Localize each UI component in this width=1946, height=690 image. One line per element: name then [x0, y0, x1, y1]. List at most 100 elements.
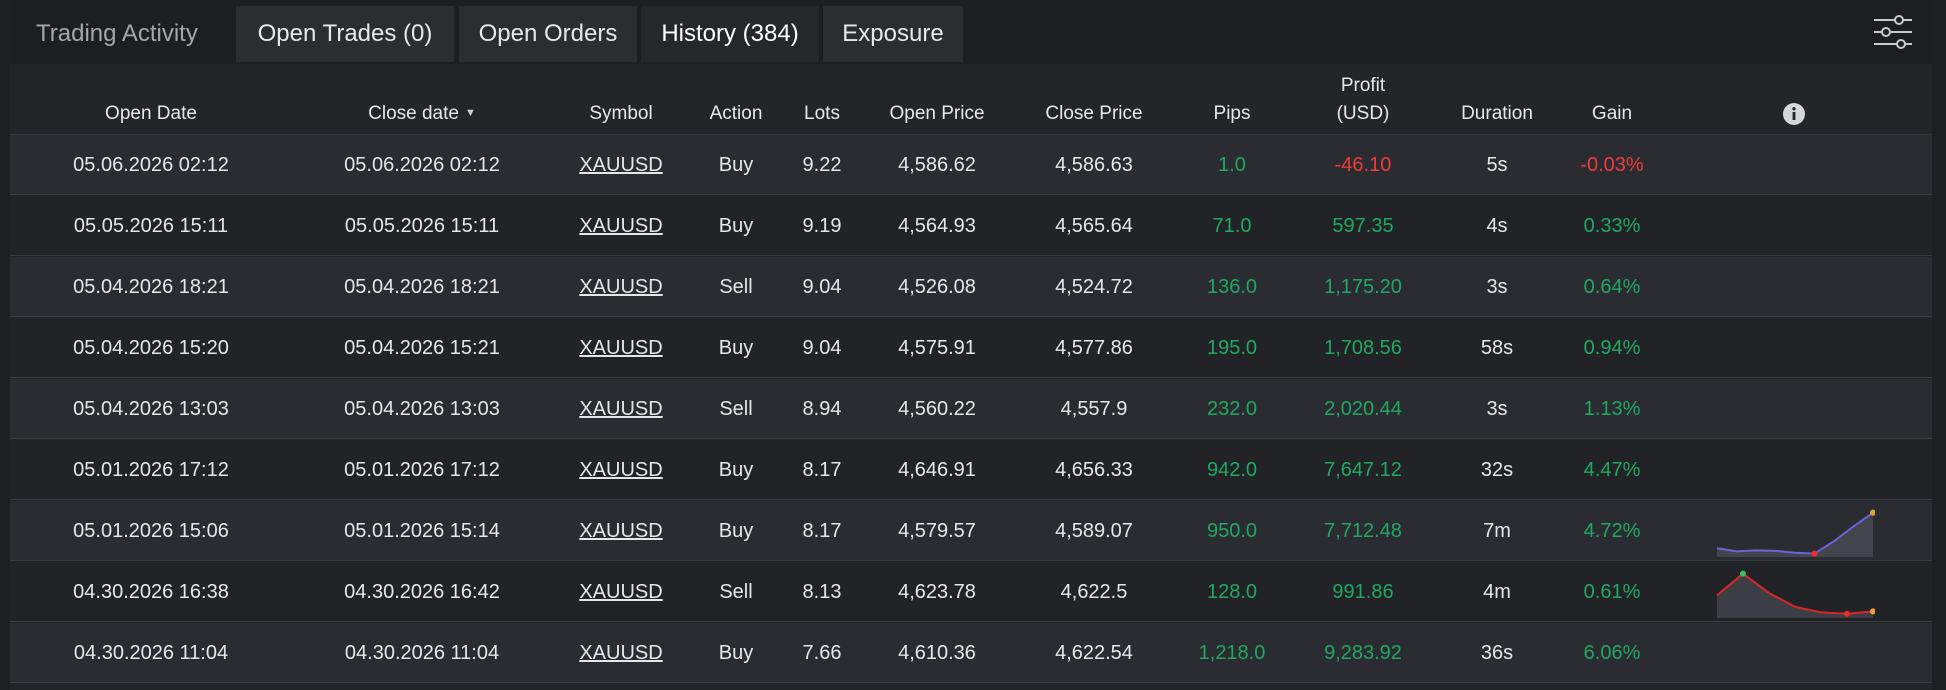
cell-pips: 950.0 [1206, 520, 1258, 542]
cell-gain: 0.61% [1583, 581, 1641, 603]
cell-action: Sell [719, 398, 753, 420]
cell-pips: 128.0 [1206, 581, 1258, 603]
cell-lots: 9.22 [802, 154, 842, 176]
cell-action: Buy [718, 459, 754, 481]
table-header: Open Date Close date ▼ Symbol Action Lots… [10, 64, 1932, 135]
tab-history[interactable]: History (384) [641, 6, 819, 62]
cell-close-price: 4,589.07 [1055, 520, 1133, 542]
col-close-date[interactable]: Close date ▼ [368, 99, 476, 128]
cell-symbol[interactable]: XAUUSD [579, 623, 662, 683]
table-row[interactable]: 05.01.2026 15:06 05.01.2026 15:14 XAUUSD Bu… [10, 501, 1932, 561]
cell-duration: 3s [1486, 398, 1508, 420]
cell-close-price: 4,565.64 [1055, 215, 1133, 237]
cell-duration: 58s [1480, 337, 1514, 359]
cell-lots: 8.17 [802, 520, 842, 542]
table-row[interactable]: 04.30.2026 11:04 04.30.2026 11:04 XAUUSD Bu… [10, 623, 1932, 683]
cell-pips: 1,218.0 [1198, 642, 1266, 664]
col-lots[interactable]: Lots [804, 100, 840, 128]
sparkline-down [1716, 570, 1875, 618]
cell-lots: 7.66 [802, 642, 842, 664]
cell-symbol[interactable]: XAUUSD [579, 562, 662, 622]
cell-open-price: 4,623.78 [898, 581, 976, 603]
tab-open-orders[interactable]: Open Orders [459, 6, 637, 62]
info-icon[interactable] [1783, 103, 1805, 125]
col-close-date-label: Close date [368, 103, 459, 124]
cell-close-price: 4,622.5 [1060, 581, 1128, 603]
sparkline-area [1717, 573, 1873, 618]
table-row[interactable]: 04.30.2026 16:38 04.30.2026 16:42 XAUUSD Se… [10, 562, 1932, 622]
cell-open-date: 05.06.2026 02:12 [73, 154, 229, 176]
col-open-price[interactable]: Open Price [889, 100, 984, 128]
cell-close-date: 05.01.2026 17:12 [344, 459, 500, 481]
sparkline-up [1716, 509, 1875, 557]
cell-close-price: 4,656.33 [1055, 459, 1133, 481]
col-profit-line2: (USD) [1336, 103, 1390, 124]
cell-symbol[interactable]: XAUUSD [579, 196, 662, 256]
cell-action: Buy [718, 337, 754, 359]
cell-profit: 7,647.12 [1324, 459, 1402, 481]
col-pips[interactable]: Pips [1214, 100, 1251, 128]
cell-duration: 3s [1486, 276, 1508, 298]
cell-symbol[interactable]: XAUUSD [579, 379, 662, 439]
cell-gain: 0.64% [1583, 276, 1641, 298]
cell-close-date: 05.04.2026 15:21 [344, 337, 500, 359]
cell-profit: 7,712.48 [1324, 520, 1402, 542]
col-profit-line1: Profit [1340, 75, 1386, 96]
cell-open-date: 05.04.2026 15:20 [73, 337, 229, 359]
cell-open-price: 4,564.93 [898, 215, 976, 237]
cell-profit: 1,175.20 [1324, 276, 1402, 298]
cell-close-date: 05.05.2026 15:11 [344, 215, 500, 237]
cell-close-date: 05.06.2026 02:12 [344, 154, 500, 176]
cell-duration: 4m [1483, 581, 1511, 603]
cell-profit: -46.10 [1334, 154, 1392, 176]
cell-close-date: 05.01.2026 15:14 [344, 520, 500, 542]
cell-gain: -0.03% [1580, 154, 1644, 176]
cell-open-price: 4,526.08 [898, 276, 976, 298]
cell-open-price: 4,560.22 [898, 398, 976, 420]
cell-profit: 1,708.56 [1324, 337, 1402, 359]
table-row[interactable]: 05.04.2026 13:03 05.04.2026 13:03 XAUUSD Se… [10, 379, 1932, 439]
cell-symbol[interactable]: XAUUSD [579, 135, 662, 195]
table-row[interactable]: 05.04.2026 18:21 05.04.2026 18:21 XAUUSD Se… [10, 257, 1932, 317]
table-row[interactable]: 05.04.2026 15:20 05.04.2026 15:21 XAUUSD Bu… [10, 318, 1932, 378]
col-duration[interactable]: Duration [1461, 100, 1533, 128]
cell-lots: 8.13 [802, 581, 842, 603]
cell-duration: 4s [1486, 215, 1508, 237]
col-symbol[interactable]: Symbol [589, 100, 652, 128]
sparkline-low-dot [1844, 610, 1850, 617]
table-row[interactable]: 05.05.2026 15:11 05.05.2026 15:11 XAUUSD Bu… [10, 196, 1932, 256]
cell-profit: 597.35 [1332, 215, 1394, 237]
table-row[interactable]: 05.01.2026 17:12 05.01.2026 17:12 XAUUSD Bu… [10, 440, 1932, 500]
cell-pips: 136.0 [1206, 276, 1258, 298]
cell-lots: 9.19 [802, 215, 842, 237]
cell-open-date: 04.30.2026 16:38 [73, 581, 229, 603]
cell-profit: 9,283.92 [1324, 642, 1402, 664]
trading-activity-panel: Trading Activity Open Trades (0) Open Or… [10, 0, 1932, 690]
col-profit[interactable]: Profit (USD) [1337, 72, 1390, 128]
filter-settings-icon[interactable] [1872, 12, 1914, 52]
col-action[interactable]: Action [710, 100, 763, 128]
tab-open-trades[interactable]: Open Trades (0) [236, 6, 454, 62]
cell-action: Buy [718, 520, 754, 542]
cell-pips: 195.0 [1206, 337, 1258, 359]
cell-pips: 1.0 [1218, 154, 1246, 176]
cell-duration: 32s [1480, 459, 1514, 481]
cell-duration: 36s [1480, 642, 1514, 664]
col-gain[interactable]: Gain [1592, 100, 1632, 128]
cell-close-date: 05.04.2026 13:03 [344, 398, 500, 420]
cell-open-date: 04.30.2026 11:04 [73, 642, 229, 664]
cell-symbol[interactable]: XAUUSD [579, 440, 662, 500]
col-open-date[interactable]: Open Date [105, 100, 197, 128]
cell-action: Sell [719, 581, 753, 603]
table-row[interactable]: 05.06.2026 02:12 05.06.2026 02:12 XAUUSD Bu… [10, 135, 1932, 195]
cell-action: Buy [718, 215, 754, 237]
cell-symbol[interactable]: XAUUSD [579, 501, 662, 561]
tab-exposure[interactable]: Exposure [823, 6, 963, 62]
tab-bar: Trading Activity Open Trades (0) Open Or… [10, 0, 1932, 64]
cell-symbol[interactable]: XAUUSD [579, 257, 662, 317]
cell-open-price: 4,646.91 [898, 459, 976, 481]
col-close-price[interactable]: Close Price [1045, 100, 1142, 128]
cell-symbol[interactable]: XAUUSD [579, 318, 662, 378]
cell-lots: 9.04 [802, 337, 842, 359]
cell-gain: 6.06% [1583, 642, 1641, 664]
